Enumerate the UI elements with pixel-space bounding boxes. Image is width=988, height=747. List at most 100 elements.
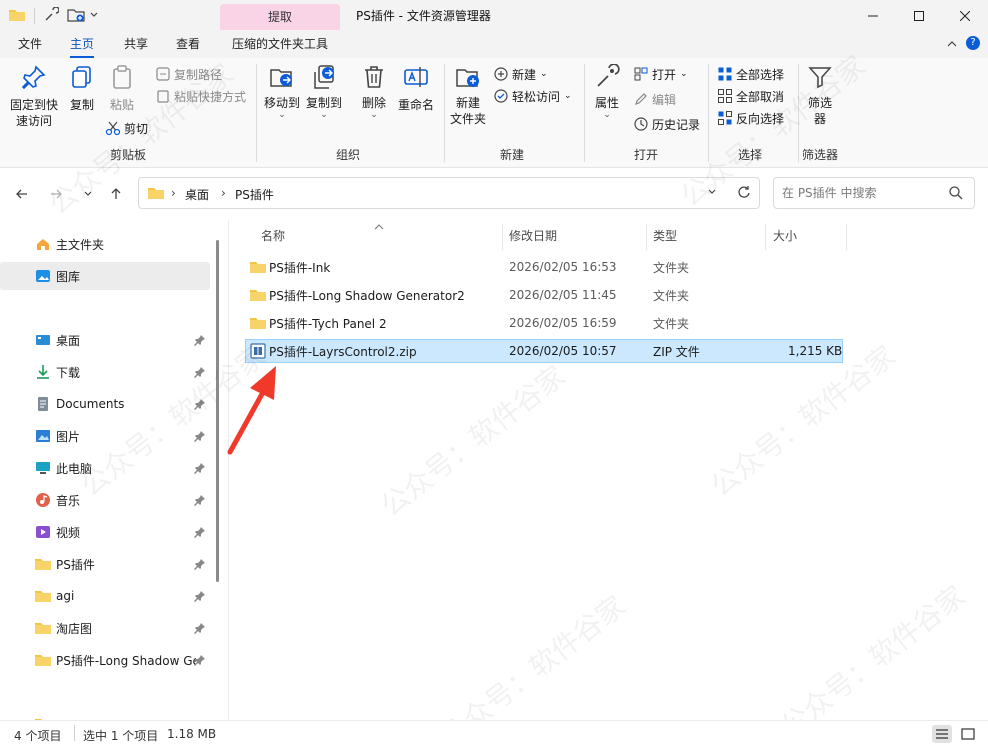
sidebar-item-documents[interactable]: Documents	[0, 390, 210, 418]
filter-button[interactable]: 筛选 器	[802, 64, 838, 127]
up-button[interactable]	[104, 182, 128, 206]
sidebar-item-agi[interactable]: agi	[0, 582, 210, 610]
properties-icon[interactable]	[43, 5, 60, 26]
details-view-button[interactable]	[932, 725, 952, 743]
new-folder-icon[interactable]	[67, 7, 85, 26]
sidebar-item-pictures[interactable]: 图片	[0, 422, 210, 450]
file-row[interactable]: PS插件-Tych Panel 2 2026/02/05 16:59 文件夹	[245, 311, 843, 335]
filter-icon	[807, 64, 833, 93]
column-separator[interactable]	[502, 224, 503, 250]
new-folder-button[interactable]: 新建 文件夹	[448, 64, 488, 127]
pin-to-quick-access-button[interactable]: 固定到快 速访问	[8, 64, 60, 129]
tab-share[interactable]: 共享	[124, 32, 148, 58]
group-separator	[708, 64, 709, 162]
tab-compressed-folder-tools[interactable]: 压缩的文件夹工具	[232, 32, 328, 58]
pin-icon[interactable]	[194, 462, 206, 474]
large-icons-view-button[interactable]	[958, 725, 978, 743]
help-icon[interactable]: ?	[966, 36, 980, 50]
file-row-selected[interactable]: PS插件-LayrsControl2.zip 2026/02/05 10:57 …	[245, 339, 843, 363]
pin-icon[interactable]	[194, 430, 206, 442]
zip-archive-icon	[249, 343, 267, 359]
chevron-down-icon[interactable]	[89, 9, 99, 23]
select-all-button[interactable]: 全部选择	[716, 64, 784, 84]
pin-icon[interactable]	[194, 494, 206, 506]
folder-icon	[249, 259, 267, 275]
select-none-button[interactable]: 全部取消	[716, 86, 784, 106]
open-icon	[632, 65, 650, 83]
file-row[interactable]: PS插件-Ink 2026/02/05 16:53 文件夹	[245, 255, 843, 279]
sidebar-item-ps-plugins[interactable]: PS插件	[0, 550, 210, 578]
cut-button[interactable]: 剪切	[104, 118, 148, 138]
copy-to-button[interactable]: 复制到 ⌄	[304, 64, 344, 120]
folder-icon	[249, 315, 267, 331]
sidebar-item-home[interactable]: 主文件夹	[0, 230, 210, 258]
search-box[interactable]	[773, 177, 975, 209]
folder-icon	[147, 185, 165, 204]
breadcrumb-current[interactable]: PS插件	[235, 186, 274, 203]
pin-icon[interactable]	[194, 558, 206, 570]
search-icon[interactable]	[948, 185, 964, 204]
new-item-button[interactable]: 新建 ⌄	[492, 64, 548, 84]
minimize-button[interactable]	[850, 0, 896, 32]
column-separator[interactable]	[846, 224, 847, 250]
column-separator[interactable]	[646, 224, 647, 250]
sidebar-item-this-pc[interactable]: 此电脑	[0, 454, 210, 482]
tab-view[interactable]: 查看	[176, 32, 200, 58]
back-button[interactable]	[10, 182, 34, 206]
tab-file[interactable]: 文件	[18, 32, 42, 58]
copy-button[interactable]: 复制	[64, 64, 100, 113]
sidebar-item-music[interactable]: 音乐	[0, 486, 210, 514]
sidebar-item-downloads[interactable]: 下载	[0, 358, 210, 386]
tab-home[interactable]: 主页	[70, 32, 95, 58]
collapse-ribbon-icon[interactable]	[946, 38, 958, 53]
pane-splitter[interactable]	[228, 220, 229, 720]
properties-button[interactable]: 属性 ⌄	[590, 63, 624, 120]
sidebar-scrollbar[interactable]	[216, 240, 219, 582]
sidebar-item-long-shadow[interactable]: PS插件-Long Shadow Ge	[0, 646, 210, 674]
history-button[interactable]: 历史记录	[632, 114, 700, 134]
delete-button[interactable]: 删除 ⌄	[356, 64, 392, 120]
properties-label: 属性	[594, 96, 619, 110]
close-button[interactable]	[942, 0, 988, 32]
sidebar-item-gallery[interactable]: 图库	[0, 262, 210, 290]
pin-icon[interactable]	[194, 334, 206, 346]
column-header-modified[interactable]: 修改日期	[509, 224, 557, 248]
address-bar[interactable]: › 桌面 › PS插件	[138, 177, 760, 209]
pin-icon[interactable]	[194, 398, 206, 410]
refresh-icon[interactable]	[737, 185, 751, 202]
search-input[interactable]	[782, 184, 942, 202]
pin-icon[interactable]	[194, 526, 206, 538]
open-button[interactable]: 打开 ⌄	[632, 64, 688, 84]
chevron-down-icon[interactable]	[707, 186, 717, 200]
sidebar-item-partial[interactable]	[0, 710, 210, 720]
column-separator[interactable]	[765, 224, 766, 250]
copy-to-icon	[311, 64, 337, 93]
invert-selection-button[interactable]: 反向选择	[716, 108, 784, 128]
context-tab-extract[interactable]: 提取	[220, 4, 340, 30]
column-header-name[interactable]: 名称	[261, 224, 285, 248]
move-to-button[interactable]: 移动到 ⌄	[262, 64, 302, 120]
pin-icon[interactable]	[194, 590, 206, 602]
column-header-type[interactable]: 类型	[653, 224, 677, 248]
pin-icon[interactable]	[194, 366, 206, 378]
breadcrumb-desktop[interactable]: 桌面	[185, 186, 209, 203]
edit-button[interactable]: 编辑	[632, 89, 676, 109]
copy-icon	[69, 64, 95, 93]
pin-icon[interactable]	[194, 654, 206, 666]
recent-locations-button[interactable]	[76, 182, 100, 206]
sidebar-item-desktop[interactable]: 桌面	[0, 326, 210, 354]
desktop-icon	[34, 331, 52, 349]
easy-access-button[interactable]: 轻松访问 ⌄	[492, 86, 572, 106]
chevron-down-icon: ⌄	[370, 110, 378, 120]
rename-button[interactable]: 重命名	[396, 64, 436, 113]
file-row[interactable]: PS插件-Long Shadow Generator2 2026/02/05 1…	[245, 283, 843, 307]
forward-button[interactable]	[44, 182, 68, 206]
copy-path-button[interactable]: 复制路径	[154, 64, 222, 84]
sidebar-item-videos[interactable]: 视频	[0, 518, 210, 546]
sidebar-item-taodian[interactable]: 淘店图	[0, 614, 210, 642]
paste-shortcut-button[interactable]: 粘贴快捷方式	[154, 86, 246, 106]
paste-button[interactable]: 粘贴	[104, 64, 140, 113]
maximize-button[interactable]	[896, 0, 942, 32]
pin-icon[interactable]	[194, 622, 206, 634]
column-header-size[interactable]: 大小	[773, 224, 797, 248]
